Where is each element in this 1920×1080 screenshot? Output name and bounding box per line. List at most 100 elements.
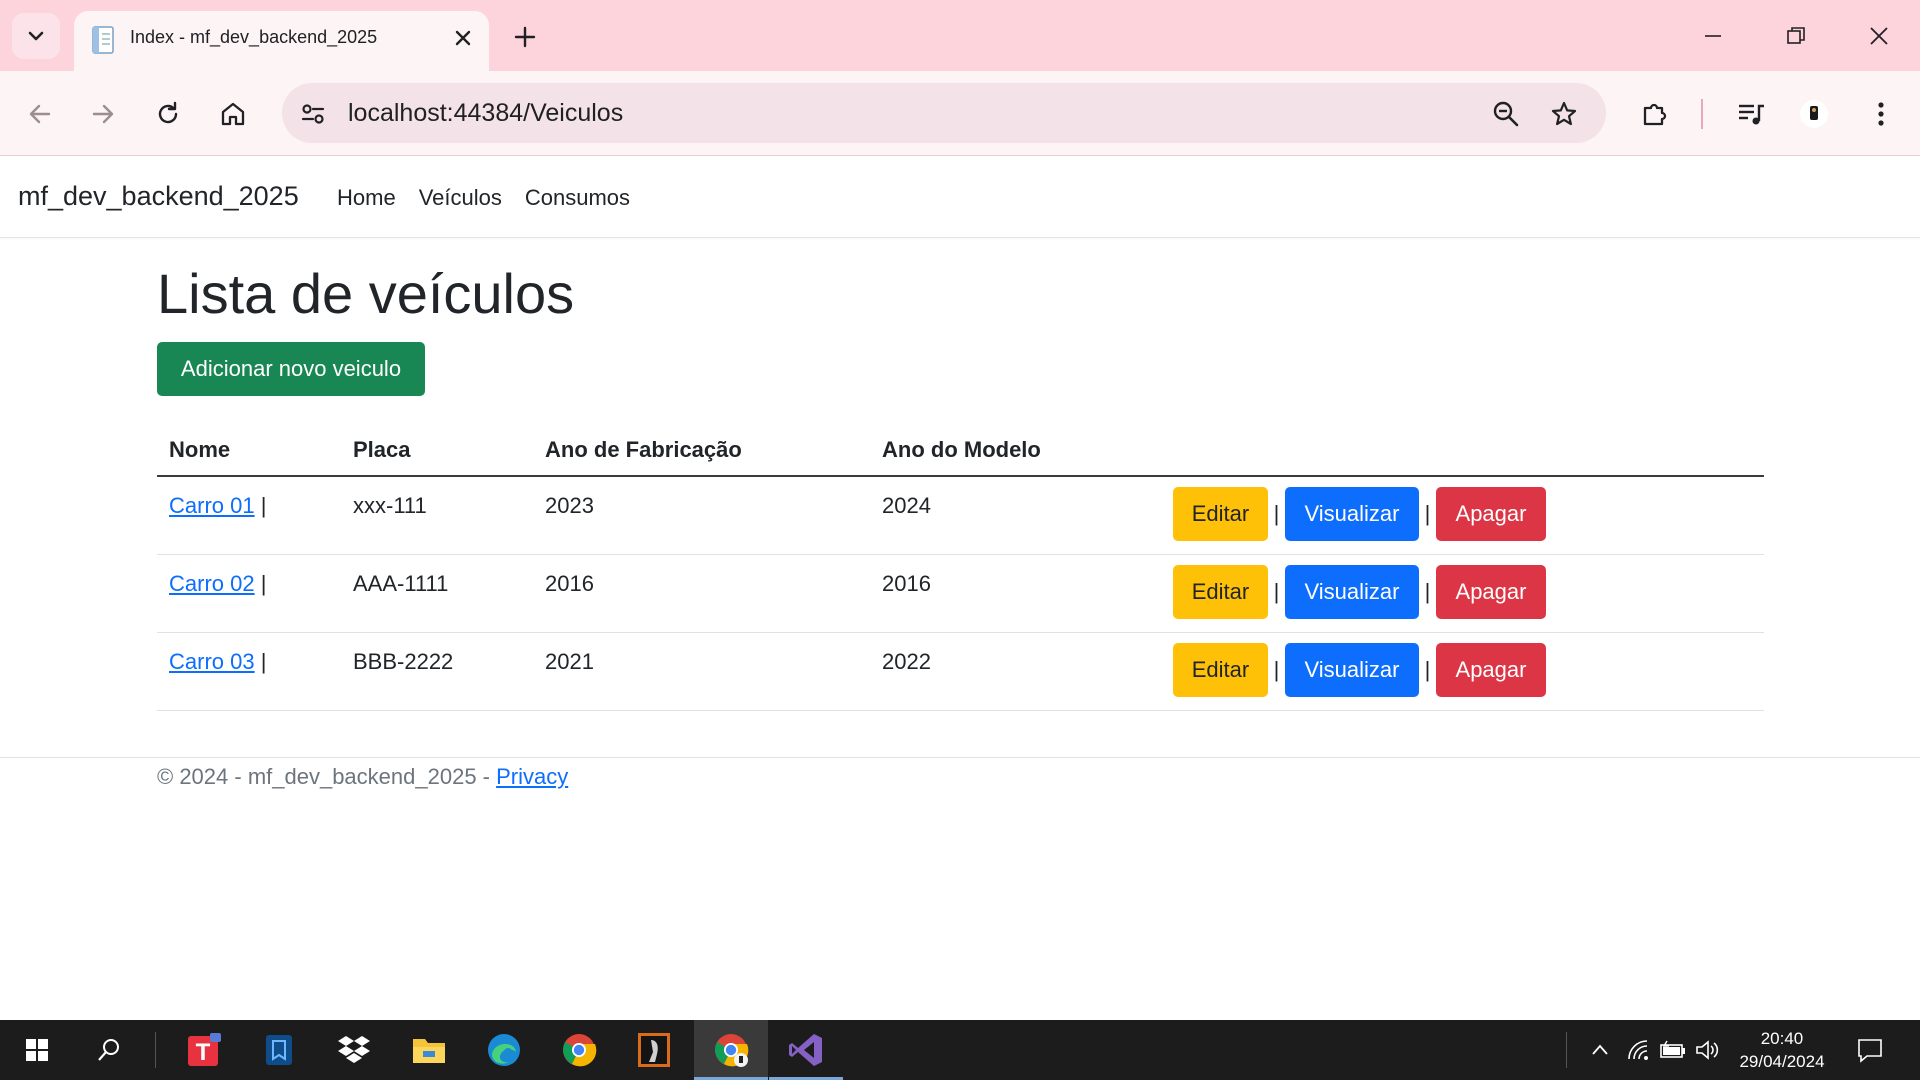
taskbar-app-visual-studio[interactable] [769,1020,843,1080]
column-header-nome: Nome [169,437,231,462]
tab-title: Index - mf_dev_backend_2025 [130,27,378,47]
view-button[interactable]: Visualizar [1285,565,1419,619]
separator: | [1273,579,1280,604]
edit-button[interactable]: Editar [1173,643,1268,697]
tab-close-button[interactable] [451,26,475,50]
url-path: :44384/Veiculos [446,99,624,127]
cell-nome: Carro 01 | [169,493,266,519]
back-button[interactable] [18,92,62,136]
separator: | [1424,501,1431,526]
browser-tab-active[interactable]: Index - mf_dev_backend_2025 [74,11,489,71]
site-brand[interactable]: mf_dev_backend_2025 [18,181,299,212]
taskbar-app-edge[interactable] [467,1020,541,1080]
more-vertical-icon [1878,102,1884,126]
row-actions: Editar | Visualizar | Apagar [1173,643,1546,697]
svg-text:T: T [196,1039,211,1066]
clock-time: 20:40 [1760,1029,1804,1048]
taskbar-divider [155,1032,156,1068]
browser-menu-button[interactable] [1859,92,1903,136]
plus-icon [514,26,536,48]
privacy-link[interactable]: Privacy [496,764,568,789]
extensions-button[interactable] [1633,92,1677,136]
page-favicon-icon [92,26,114,54]
taskbar-app-media[interactable] [617,1020,691,1080]
taskbar-app-dropbox[interactable] [317,1020,391,1080]
tray-battery[interactable] [1659,1036,1687,1064]
taskbar-divider [1566,1032,1567,1068]
row-actions: Editar | Visualizar | Apagar [1173,565,1546,619]
row-actions: Editar | Visualizar | Apagar [1173,487,1546,541]
battery-icon [1660,1040,1685,1058]
edit-button[interactable]: Editar [1173,565,1268,619]
copyright-text: © 2024 - mf_dev_backend_2025 - [157,764,497,789]
new-tab-button[interactable] [508,20,542,54]
avatar-icon [1800,100,1828,128]
separator: | [1273,657,1280,682]
media-controls-button[interactable] [1729,92,1773,136]
cell-nome: Carro 03 | [169,649,266,675]
taskbar-app-notes[interactable] [242,1020,316,1080]
url-host: localhost [348,99,447,127]
star-icon [1551,101,1577,126]
notification-icon [1858,1039,1882,1063]
vehicles-table: Nome Placa Ano de Fabricação Ano do Mode… [157,421,1764,711]
tray-volume[interactable] [1694,1036,1722,1064]
zoom-out-icon [1493,101,1519,127]
playlist-music-icon [1739,104,1764,125]
separator: | [1273,501,1280,526]
taskbar-app-chrome-profile[interactable] [694,1020,768,1080]
cell-ano-fabricacao: 2016 [545,571,594,596]
home-button[interactable] [211,92,255,136]
toolbar-separator [1701,99,1703,129]
dropbox-icon [338,1036,370,1063]
nav-link-consumos[interactable]: Consumos [525,185,630,211]
site-footer: © 2024 - mf_dev_backend_2025 - Privacy [0,757,1920,817]
taskbar-app-chrome[interactable] [542,1020,616,1080]
start-button[interactable] [0,1020,74,1080]
vehicle-name-link[interactable]: Carro 03 [169,649,255,674]
vehicle-name-link[interactable]: Carro 02 [169,571,255,596]
cell-ano-modelo: 2024 [882,493,931,518]
tab-search-button[interactable] [12,13,60,59]
delete-button[interactable]: Apagar [1436,565,1546,619]
minimize-button[interactable] [1688,14,1738,58]
zoom-button[interactable] [1488,96,1524,132]
taskbar-clock[interactable]: 20:40 29/04/2024 [1730,1027,1834,1073]
url-text[interactable]: localhost:44384/Veiculos [348,99,623,128]
close-window-button[interactable] [1854,14,1904,58]
profile-button[interactable] [1792,92,1836,136]
bookmark-button[interactable] [1546,96,1582,132]
browser-tabstrip: Index - mf_dev_backend_2025 [0,0,1920,71]
delete-button[interactable]: Apagar [1436,643,1546,697]
browser-toolbar: localhost:44384/Veiculos [0,71,1920,156]
nav-link-home[interactable]: Home [337,185,396,211]
action-center-button[interactable] [1856,1036,1884,1064]
delete-button[interactable]: Apagar [1436,487,1546,541]
view-button[interactable]: Visualizar [1285,487,1419,541]
forward-button[interactable] [81,92,125,136]
view-button[interactable]: Visualizar [1285,643,1419,697]
reload-button[interactable] [146,92,190,136]
typora-icon: T [188,1033,221,1066]
nav-links: Home Veículos Consumos [337,185,630,211]
edit-button[interactable]: Editar [1173,487,1268,541]
reload-icon [158,101,178,124]
file-explorer-icon [413,1039,445,1063]
address-bar[interactable]: localhost:44384/Veiculos [282,83,1606,143]
restore-icon [1787,27,1805,44]
taskbar-app-typora[interactable]: T [167,1020,241,1080]
column-header-ano-modelo: Ano do Modelo [882,437,1041,462]
tray-overflow-button[interactable] [1586,1036,1614,1064]
nav-link-veiculos[interactable]: Veículos [419,185,502,211]
site-info-button[interactable] [296,97,330,131]
separator: | [260,493,267,518]
taskbar-app-file-explorer[interactable] [392,1020,466,1080]
arrow-right-icon [92,104,114,124]
vehicle-name-link[interactable]: Carro 01 [169,493,255,518]
restore-button[interactable] [1771,14,1821,58]
tray-network[interactable] [1624,1036,1652,1064]
add-vehicle-button[interactable]: Adicionar novo veiculo [157,342,425,396]
edge-icon [488,1034,520,1066]
taskbar-search-button[interactable] [72,1020,146,1080]
search-icon [98,1039,119,1061]
